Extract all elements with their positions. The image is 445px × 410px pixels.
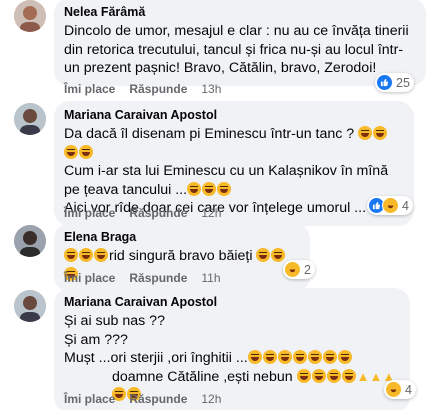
comment-author[interactable]: Mariana Caraivan Apostol: [64, 295, 398, 310]
laughing-emoji-icon: [322, 350, 337, 364]
comment-text: Dincolo de umor, mesajul e clar : nu au …: [64, 23, 409, 76]
thumbs-up-icon: ▲: [369, 368, 383, 384]
comment-timestamp[interactable]: 11h: [201, 271, 220, 285]
reply-button[interactable]: Răspunde: [129, 82, 187, 96]
comment-line: Da dacă îl disenam pi Eminescu într-un t…: [64, 125, 402, 162]
comment-actions: Îmi place Răspunde 12h: [64, 392, 221, 406]
laughing-emoji-icon: [271, 248, 286, 262]
laughing-emoji-icon: [262, 350, 277, 364]
reaction-count: 25: [396, 75, 410, 90]
like-button[interactable]: Îmi place: [64, 271, 115, 285]
comment-author[interactable]: Mariana Caraivan Apostol: [64, 108, 402, 123]
laughing-emoji-icon: [311, 368, 326, 383]
avatar[interactable]: [14, 0, 46, 32]
laughing-emoji-icon: [341, 368, 356, 383]
comment-actions: Îmi place Răspunde 11h: [64, 271, 221, 285]
laughing-emoji-icon: [64, 144, 78, 159]
laughing-emoji-icon: [277, 350, 292, 364]
like-button[interactable]: Îmi place: [64, 206, 115, 220]
laughing-emoji-icon: [292, 350, 307, 364]
reaction-count: 4: [402, 198, 409, 213]
reply-button[interactable]: Răspunde: [129, 206, 187, 220]
laughing-emoji-icon: [307, 350, 322, 364]
avatar[interactable]: [14, 290, 46, 322]
laughing-emoji-icon: [337, 350, 352, 364]
avatar[interactable]: [14, 225, 46, 257]
reaction-count: 4: [405, 382, 412, 397]
laughing-emoji-icon: [217, 181, 232, 196]
avatar[interactable]: [14, 103, 46, 135]
haha-icon: [284, 261, 301, 278]
thumbs-up-icon: ▲: [356, 368, 370, 384]
comment-timestamp[interactable]: 13h: [201, 82, 221, 96]
reaction-summary[interactable]: 4: [384, 380, 416, 399]
haha-icon: [385, 381, 402, 398]
reply-button[interactable]: Răspunde: [129, 271, 187, 285]
like-button[interactable]: Îmi place: [64, 392, 115, 406]
laughing-emoji-icon: [79, 144, 93, 159]
reaction-count: 2: [304, 262, 311, 277]
comment-actions: Îmi place Răspunde 12h: [64, 206, 221, 220]
laughing-emoji-icon: [79, 248, 93, 262]
laughing-emoji-icon: [187, 181, 202, 196]
laughing-emoji-icon: [296, 368, 311, 383]
reaction-summary[interactable]: 25: [375, 73, 414, 92]
comment-line: Cum i-ar sta lui Eminescu cu un Kalașnik…: [64, 163, 389, 198]
laughing-emoji-icon: [202, 181, 217, 196]
comment-timestamp[interactable]: 12h: [201, 206, 221, 220]
comment-line: Și ai sub nas ??: [64, 313, 165, 329]
reaction-summary[interactable]: 4: [367, 196, 413, 215]
laughing-emoji-icon: [326, 368, 341, 383]
comment-author[interactable]: Nelea Fărâmă: [64, 5, 414, 20]
comment-author[interactable]: Elena Braga: [64, 230, 298, 245]
like-button[interactable]: Îmi place: [64, 82, 115, 96]
laughing-emoji-icon: [358, 126, 373, 140]
comment-line: Și am ???: [64, 331, 128, 348]
laughing-emoji-icon: [256, 248, 271, 262]
reaction-summary[interactable]: 2: [283, 260, 315, 279]
comment-actions: Îmi place Răspunde 13h: [64, 82, 221, 96]
like-icon: [376, 74, 393, 91]
comment-bubble: Nelea Fărâmă Dincolo de umor, mesajul e …: [54, 0, 426, 86]
laughing-emoji-icon: [247, 350, 262, 364]
reply-button[interactable]: Răspunde: [129, 392, 187, 406]
haha-icon: [382, 197, 399, 214]
laughing-emoji-icon: [373, 126, 388, 140]
comment-timestamp[interactable]: 12h: [201, 392, 221, 406]
comment-line: Mușt ...ori sterjii ,ori înghitii ...: [64, 349, 398, 368]
laughing-emoji-icon: [94, 248, 108, 262]
laughing-emoji-icon: [64, 248, 78, 262]
